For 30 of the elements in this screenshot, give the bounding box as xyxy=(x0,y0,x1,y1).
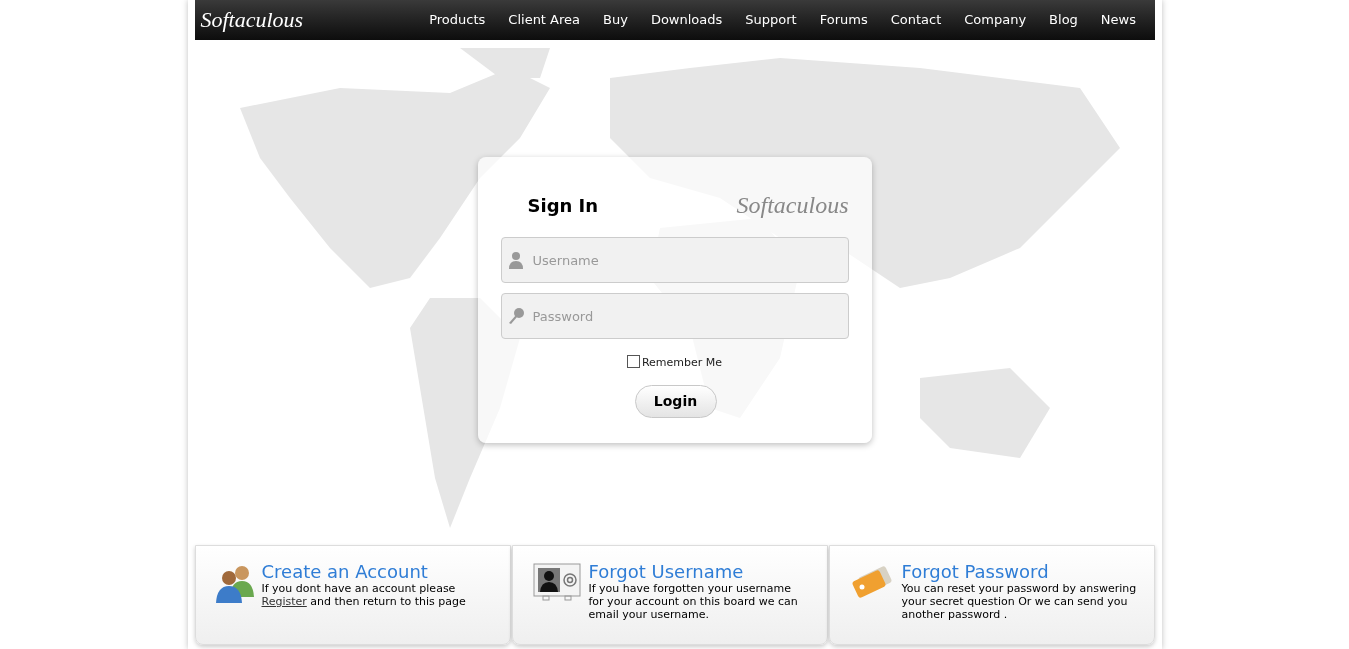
nav-link[interactable]: Company xyxy=(953,10,1037,30)
remember-checkbox[interactable] xyxy=(626,355,640,369)
card-title-link[interactable]: Forgot Username xyxy=(588,562,809,582)
tags-icon xyxy=(849,563,894,599)
key-icon xyxy=(506,307,525,325)
contact-card-icon xyxy=(532,563,581,601)
nav-link[interactable]: Downloads xyxy=(640,10,733,30)
brand-logo[interactable]: Softaculous xyxy=(200,9,304,31)
nav-link[interactable]: Forums xyxy=(809,10,879,30)
card-title-link[interactable]: Create an Account xyxy=(261,562,482,582)
brand-logo: Softaculous xyxy=(736,193,849,217)
nav-link[interactable]: Buy xyxy=(592,10,639,30)
remember-me-label: Remember Me xyxy=(641,355,723,371)
card-description: If you dont have an account please Register and then return to this page xyxy=(261,582,467,608)
nav-link[interactable]: Products xyxy=(418,10,496,30)
password-field[interactable]: Password xyxy=(500,293,849,339)
users-icon xyxy=(215,563,254,603)
user-icon xyxy=(507,251,524,269)
card-description: You can reset your password by answering your secret question Or we can send you another password . xyxy=(901,582,1138,621)
card-description: If you have forgotten your username for your account on this board we can email your username. xyxy=(588,582,799,621)
login-button[interactable]: Login xyxy=(634,384,717,418)
card-title-link[interactable]: Forgot Password xyxy=(901,562,1154,582)
nav-link[interactable]: Blog xyxy=(1038,10,1089,30)
nav-link[interactable]: News xyxy=(1090,10,1147,30)
nav-link[interactable]: Client Area xyxy=(497,10,591,30)
nav-link[interactable]: Support xyxy=(734,10,808,30)
register-link[interactable]: Register xyxy=(261,595,307,608)
sign-in-heading: Sign In xyxy=(527,193,599,218)
username-field[interactable]: Username xyxy=(500,237,849,283)
nav-link[interactable]: Contact xyxy=(880,10,952,30)
